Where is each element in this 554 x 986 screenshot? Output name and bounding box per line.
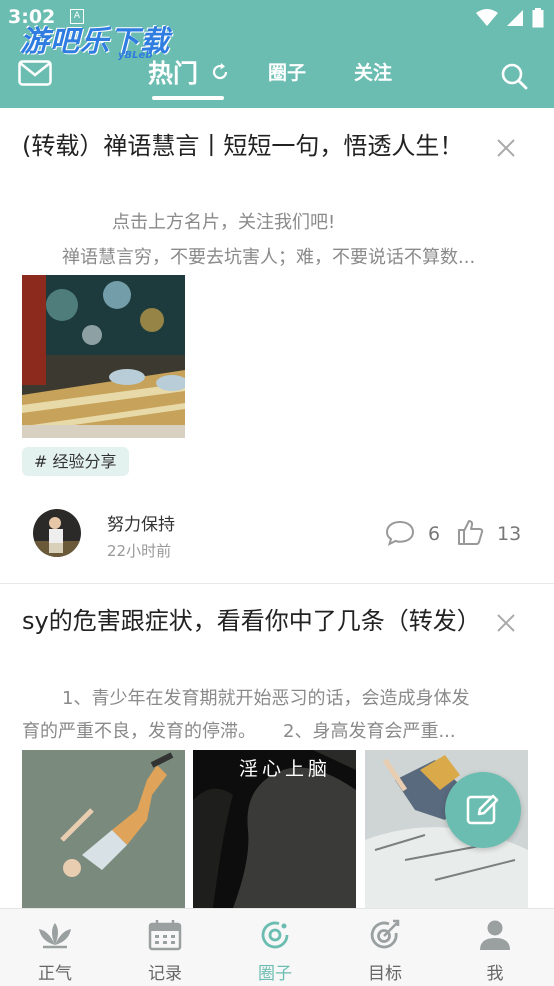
comment-icon[interactable] — [385, 520, 415, 550]
nav-item-zhengqi[interactable]: 正气 — [0, 909, 110, 986]
post-image[interactable] — [22, 750, 185, 908]
circle-icon — [257, 919, 293, 951]
topic-tag[interactable]: # 经验分享 — [22, 447, 129, 476]
image-caption: 淫心上脑 — [239, 758, 332, 780]
bottom-nav: 正气 记录 圈子 目标 我 — [0, 908, 554, 986]
compose-button[interactable] — [445, 772, 521, 848]
like-icon[interactable] — [456, 518, 484, 550]
post-excerpt-line: 1、青少年在发育期就开始恶习的话，会造成身体发 — [62, 688, 470, 709]
nav-label: 记录 — [148, 964, 182, 984]
avatar[interactable] — [33, 509, 81, 557]
calendar-icon — [147, 919, 183, 951]
post-excerpt-line: 禅语慧言穷，不要去坑害人；难，不要说话不算数... — [62, 247, 476, 268]
nav-label: 目标 — [368, 964, 402, 984]
post-image[interactable]: 淫心上脑 — [193, 750, 356, 908]
edit-icon — [466, 794, 499, 825]
post-title[interactable]: sy的危害跟症状，看看你中了几条（转发） — [22, 604, 481, 639]
close-icon[interactable] — [494, 611, 518, 635]
nav-label: 我 — [486, 964, 504, 984]
post-excerpt-line: 育的严重不良，发育的停滞。 2、身高发育会严重... — [22, 721, 456, 742]
nav-item-me[interactable]: 我 — [440, 909, 550, 986]
post-title[interactable]: (转载）禅语慧言丨短短一句，悟透人生！ — [22, 129, 472, 164]
post-thumbnail[interactable] — [22, 275, 185, 438]
nav-item-circle[interactable]: 圈子 — [220, 909, 330, 986]
nav-label: 正气 — [38, 964, 72, 984]
comment-count: 6 — [428, 523, 441, 545]
post-time: 22小时前 — [107, 542, 172, 560]
close-icon[interactable] — [494, 136, 518, 160]
nav-label: 圈子 — [258, 964, 292, 984]
person-icon — [477, 919, 513, 951]
lotus-icon — [37, 919, 73, 951]
post-excerpt-line: 点击上方名片，关注我们吧! — [112, 212, 336, 233]
like-count: 13 — [497, 523, 522, 545]
target-icon — [367, 919, 403, 951]
nav-item-goal[interactable]: 目标 — [330, 909, 440, 986]
nav-item-record[interactable]: 记录 — [110, 909, 220, 986]
post-card[interactable]: (转载）禅语慧言丨短短一句，悟透人生！ 点击上方名片，关注我们吧! 禅语慧言穷，… — [0, 0, 554, 584]
author-name[interactable]: 努力保持 — [107, 510, 175, 535]
